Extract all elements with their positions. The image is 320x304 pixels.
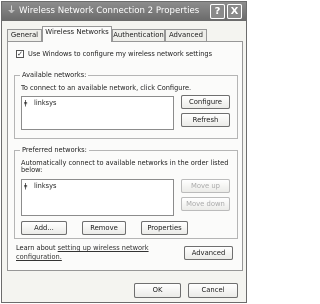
- available-networks-list[interactable]: ǂ linksys: [21, 96, 174, 130]
- preferred-networks-group: Preferred networks: Automatically connec…: [14, 146, 238, 239]
- wireless-antenna-icon: ǂ: [24, 182, 28, 190]
- tab-authentication[interactable]: Authentication: [112, 29, 165, 41]
- window-title: Wireless Network Connection 2 Properties: [19, 6, 200, 16]
- use-windows-checkbox[interactable]: ✓: [16, 50, 24, 58]
- remove-button[interactable]: Remove: [82, 221, 126, 235]
- tab-general[interactable]: General: [7, 29, 42, 41]
- add-button[interactable]: Add...: [21, 221, 67, 235]
- network-name: linksys: [34, 182, 57, 190]
- learn-about-prefix: Learn about: [16, 244, 58, 252]
- network-name: linksys: [34, 99, 57, 107]
- preferred-instruction-line1: Automatically connect to available netwo…: [21, 159, 229, 167]
- preferred-networks-list[interactable]: ǂ linksys: [21, 179, 174, 216]
- help-button[interactable]: ?: [210, 4, 225, 19]
- properties-dialog: ⏚ Wireless Network Connection 2 Properti…: [1, 1, 247, 303]
- use-windows-label: Use Windows to configure my wireless net…: [28, 50, 213, 58]
- learn-about-text: Learn about setting up wireless network: [16, 244, 149, 253]
- cancel-button[interactable]: Cancel: [188, 283, 238, 298]
- wireless-networks-panel: ✓ Use Windows to configure my wireless n…: [7, 41, 243, 271]
- move-up-button[interactable]: Move up: [181, 179, 230, 193]
- available-networks-instruction: To connect to an available network, clic…: [21, 84, 192, 92]
- refresh-button[interactable]: Refresh: [181, 113, 230, 127]
- wireless-setup-link-continued[interactable]: configuration.: [16, 253, 62, 262]
- wireless-antenna-icon: ǂ: [24, 99, 28, 107]
- move-down-button[interactable]: Move down: [181, 197, 230, 211]
- ok-button[interactable]: OK: [134, 283, 181, 298]
- title-bar[interactable]: ⏚ Wireless Network Connection 2 Properti…: [2, 2, 246, 21]
- network-connection-icon: ⏚: [6, 6, 16, 16]
- wireless-setup-link[interactable]: setting up wireless network: [58, 244, 149, 252]
- configure-button[interactable]: Configure: [181, 95, 230, 109]
- close-button[interactable]: X: [227, 4, 242, 19]
- tab-advanced[interactable]: Advanced: [165, 29, 207, 41]
- preferred-instruction-line2: below:: [21, 166, 43, 174]
- tab-wireless-networks[interactable]: Wireless Networks: [42, 26, 112, 42]
- advanced-button[interactable]: Advanced: [184, 246, 233, 260]
- properties-button[interactable]: Properties: [141, 221, 188, 235]
- available-networks-title: Available networks:: [20, 71, 89, 80]
- preferred-networks-title: Preferred networks:: [20, 146, 89, 155]
- available-networks-group: Available networks: To connect to an ava…: [14, 71, 238, 139]
